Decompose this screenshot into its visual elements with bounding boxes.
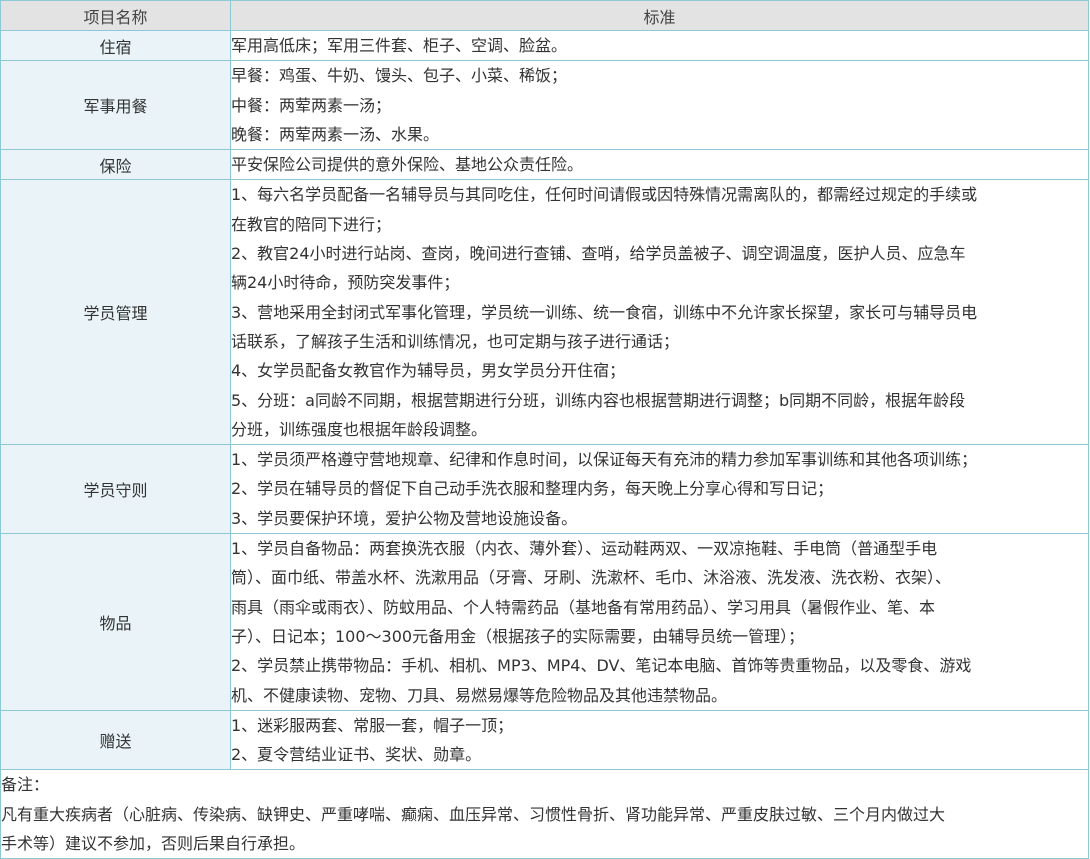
row-label-rules: 学员守则 <box>0 444 231 535</box>
content-line: 1、每六名学员配备一名辅导员与其同吃住，任何时间请假或因特殊情况需离队的，都需经… <box>231 185 978 205</box>
row-content-accommodation: 军用高低床；军用三件套、柜子、空调、脸盆。 <box>230 29 1089 62</box>
row-label-gifts: 赠送 <box>0 709 231 771</box>
content-line: 在教官的陪同下进行； <box>231 214 392 234</box>
row-content-management: 1、每六名学员配备一名辅导员与其同吃住，任何时间请假或因特殊情况需离队的，都需经… <box>230 179 1089 446</box>
table-row: 赠送 1、迷彩服两套、常服一套，帽子一顶； 2、夏令营结业证书、奖状、勋章。 <box>0 709 1089 771</box>
content-line: 雨具（雨伞或雨衣）、防蚊用品、个人特需药品（基地备有常用药品）、学习用具（暑假作… <box>231 597 936 617</box>
row-content-gifts: 1、迷彩服两套、常服一套，帽子一顶； 2、夏令营结业证书、奖状、勋章。 <box>230 709 1089 771</box>
row-label-items: 物品 <box>0 533 231 711</box>
content-line: 3、学员要保护环境，爱护公物及营地设施设备。 <box>231 508 578 528</box>
content-line: 1、学员自备物品：两套换洗衣服（内衣、薄外套）、运动鞋两双、一双凉拖鞋、手电筒（… <box>231 539 938 559</box>
row-label-accommodation: 住宿 <box>0 29 231 62</box>
standards-table: 项目名称 标准 住宿 军用高低床；军用三件套、柜子、空调、脸盆。 军事用餐 早餐… <box>0 0 1089 859</box>
row-content-insurance: 平安保险公司提供的意外保险、基地公众责任险。 <box>230 149 1089 181</box>
row-content-items: 1、学员自备物品：两套换洗衣服（内衣、薄外套）、运动鞋两双、一双凉拖鞋、手电筒（… <box>230 533 1089 711</box>
header-standard: 标准 <box>230 0 1089 31</box>
content-line: 2、夏令营结业证书、奖状、勋章。 <box>231 745 482 765</box>
content-line: 1、迷彩服两套、常服一套，帽子一顶； <box>231 715 514 735</box>
row-content-meals: 早餐：鸡蛋、牛奶、馒头、包子、小菜、稀饭； 中餐：两荤两素一汤； 晚餐：两荤两素… <box>230 60 1089 151</box>
content-line: 机、不健康读物、宠物、刀具、易燃易爆等危险物品及其他违禁物品。 <box>231 685 728 705</box>
note-cell: 备注： 凡有重大疾病者（心脏病、传染病、缺钾史、严重哮喘、癫痫、血压异常、习惯性… <box>0 769 1089 859</box>
table-row: 军事用餐 早餐：鸡蛋、牛奶、馒头、包子、小菜、稀饭； 中餐：两荤两素一汤； 晚餐… <box>0 60 1089 151</box>
note-row: 备注： 凡有重大疾病者（心脏病、传染病、缺钾史、严重哮喘、癫痫、血压异常、习惯性… <box>0 769 1089 859</box>
note-title: 备注： <box>1 775 50 795</box>
content-line: 中餐：两荤两素一汤； <box>231 95 392 115</box>
content-line: 分班，训练强度也根据年龄段调整。 <box>231 419 488 439</box>
table-header-row: 项目名称 标准 <box>0 0 1089 31</box>
note-line: 手术等）建议不参加，否则后果自行承担。 <box>1 834 306 854</box>
row-label-management: 学员管理 <box>0 179 231 446</box>
content-line: 2、教官24小时进行站岗、查岗，晚间进行查铺、查哨，给学员盖被子、调空调温度，医… <box>231 244 966 264</box>
table-row: 学员管理 1、每六名学员配备一名辅导员与其同吃住，任何时间请假或因特殊情况需离队… <box>0 179 1089 446</box>
content-line: 军用高低床；军用三件套、柜子、空调、脸盆。 <box>231 36 568 55</box>
table-row: 物品 1、学员自备物品：两套换洗衣服（内衣、薄外套）、运动鞋两双、一双凉拖鞋、手… <box>0 533 1089 711</box>
content-line: 话联系，了解孩子生活和训练情况，也可定期与孩子进行通话； <box>231 331 680 351</box>
content-line: 4、女学员配备女教官作为辅导员，男女学员分开住宿； <box>231 361 626 381</box>
content-line: 辆24小时待命，预防突发事件； <box>231 273 460 293</box>
row-content-rules: 1、学员须严格遵守营地规章、纪律和作息时间，以保证每天有充沛的精力参加军事训练和… <box>230 444 1089 535</box>
content-line: 3、营地采用全封闭式军事化管理，学员统一训练、统一食宿，训练中不允许家长探望，家… <box>231 302 978 322</box>
row-label-insurance: 保险 <box>0 149 231 181</box>
table-row: 保险 平安保险公司提供的意外保险、基地公众责任险。 <box>0 149 1089 181</box>
header-item-name: 项目名称 <box>0 0 231 31</box>
content-line: 5、分班：a同龄不同期，根据营期进行分班，训练内容也根据营期进行调整；b同期不同… <box>231 390 966 410</box>
table-row: 住宿 军用高低床；军用三件套、柜子、空调、脸盆。 <box>0 29 1089 62</box>
content-line: 筒）、面巾纸、带盖水杯、洗漱用品（牙膏、牙刷、洗漱杯、毛巾、沐浴液、洗发液、洗衣… <box>231 568 952 588</box>
content-line: 早餐：鸡蛋、牛奶、馒头、包子、小菜、稀饭； <box>231 66 568 86</box>
content-line: 1、学员须严格遵守营地规章、纪律和作息时间，以保证每天有充沛的精力参加军事训练和… <box>231 450 978 470</box>
content-line: 晚餐：两荤两素一汤、水果。 <box>231 124 440 144</box>
content-line: 2、学员在辅导员的督促下自己动手洗衣服和整理内务，每天晚上分享心得和写日记； <box>231 479 834 499</box>
content-line: 2、学员禁止携带物品：手机、相机、MP3、MP4、DV、笔记本电脑、首饰等贵重物… <box>231 656 972 676</box>
note-line: 凡有重大疾病者（心脏病、传染病、缺钾史、严重哮喘、癫痫、血压异常、习惯性骨折、肾… <box>1 804 946 824</box>
content-line: 平安保险公司提供的意外保险、基地公众责任险。 <box>231 155 584 175</box>
row-label-meals: 军事用餐 <box>0 60 231 151</box>
content-line: 子）、日记本；100～300元备用金（根据孩子的实际需要，由辅导员统一管理）； <box>231 626 805 646</box>
table-row: 学员守则 1、学员须严格遵守营地规章、纪律和作息时间，以保证每天有充沛的精力参加… <box>0 444 1089 535</box>
